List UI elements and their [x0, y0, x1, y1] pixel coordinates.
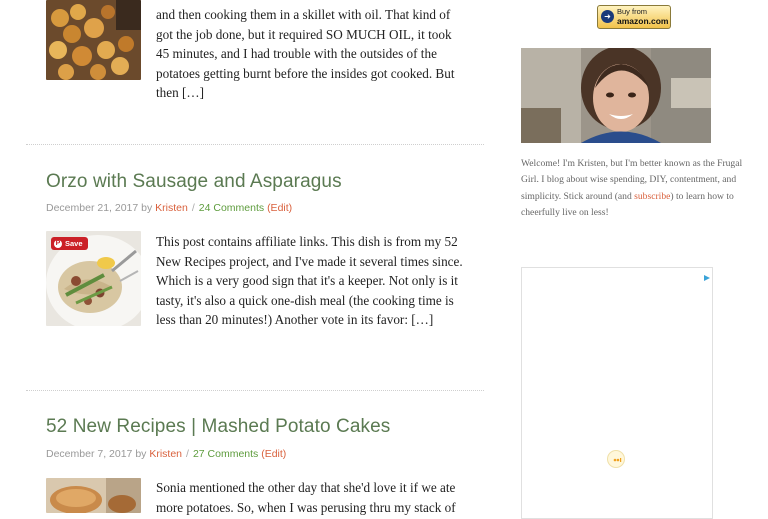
post-divider [26, 390, 484, 391]
subscribe-link[interactable]: subscribe [634, 191, 670, 202]
post-edit-link[interactable]: (Edit) [267, 202, 292, 214]
meta-separator: / [191, 202, 195, 214]
pinterest-save-label: Save [65, 239, 83, 248]
post-date: December 21, 2017 [46, 202, 139, 214]
post-title-link[interactable]: Orzo with Sausage and Asparagus [46, 171, 342, 193]
adchoices-icon[interactable] [703, 269, 711, 281]
post-title-link[interactable]: 52 New Recipes | Mashed Potato Cakes [46, 416, 390, 438]
post-comments-link[interactable]: 27 Comments [193, 448, 258, 460]
post-excerpt: Sonia mentioned the other day that she'd… [156, 480, 456, 515]
post-thumbnail-potato-cakes[interactable] [46, 478, 141, 513]
post-thumbnail-orzo[interactable]: P Save [46, 231, 141, 326]
post-by: by [141, 202, 153, 214]
post-meta: December 7, 2017 by Kristen/27 Comments … [46, 448, 286, 460]
amazon-buy-from-label: Buy from [617, 7, 648, 16]
potato-cakes-image [46, 478, 141, 513]
post-divider [26, 144, 484, 145]
author-photo [521, 48, 711, 143]
post-by: by [135, 448, 147, 460]
post-date: December 7, 2017 [46, 448, 133, 460]
post-excerpt: and then cooking them in a skillet with … [156, 7, 455, 100]
ad-loading-icon [607, 450, 625, 468]
meta-separator: / [186, 448, 189, 460]
post-comments-link[interactable]: 24 Comments [199, 202, 264, 214]
post-excerpt: This post contains affiliate links. This… [156, 234, 463, 327]
post-edit-link[interactable]: (Edit) [261, 448, 286, 460]
pinterest-icon: P [54, 239, 62, 248]
author-portrait-image [521, 48, 711, 143]
amazon-buy-button[interactable]: ➜ Buy from amazon.com [597, 5, 671, 29]
post-author-link[interactable]: Kristen [155, 202, 188, 214]
post-thumbnail-roasted-potatoes[interactable] [46, 0, 141, 80]
roasted-potatoes-image [46, 0, 141, 80]
sidebar-welcome-text: Welcome! I'm Kristen, but I'm better kno… [521, 156, 753, 221]
post-meta: December 21, 2017 by Kristen/ 24 Comments… [46, 202, 292, 214]
post-author-link[interactable]: Kristen [149, 448, 182, 460]
pinterest-save-button[interactable]: P Save [51, 237, 88, 250]
amazon-logo: amazon.com [617, 16, 669, 26]
sidebar-ad[interactable] [521, 267, 713, 519]
amazon-cart-icon: ➜ [601, 10, 614, 23]
